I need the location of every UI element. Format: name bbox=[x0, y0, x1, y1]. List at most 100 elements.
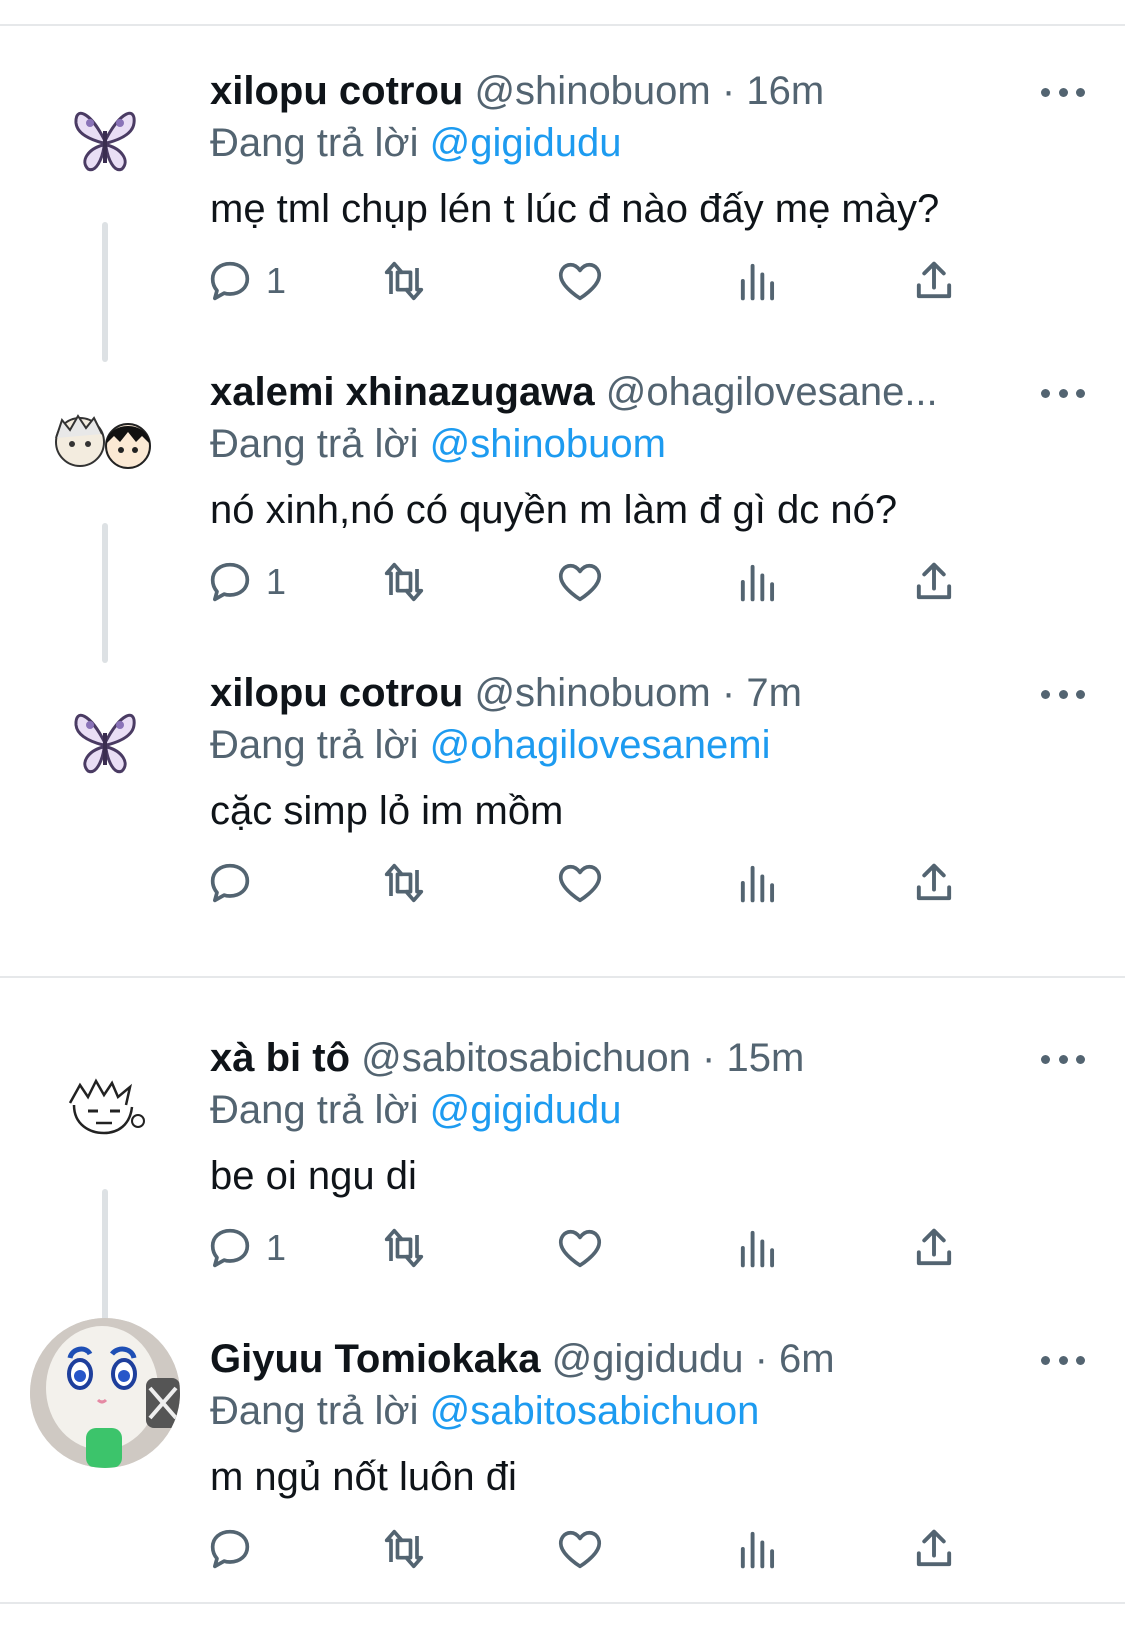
separator-dot: · bbox=[721, 671, 736, 715]
user-handle[interactable]: @gigidudu bbox=[552, 1337, 744, 1381]
reply-icon bbox=[210, 863, 250, 903]
reply-mention-link[interactable]: @ohagilovesanemi bbox=[430, 723, 771, 767]
avatar[interactable] bbox=[30, 66, 180, 216]
retweet-icon bbox=[384, 1529, 424, 1569]
tweet-header: xà bi tô @sabitosabichuon · 15m bbox=[210, 1033, 804, 1083]
share-button[interactable] bbox=[908, 552, 960, 612]
analytics-button[interactable] bbox=[732, 251, 784, 311]
reply-icon bbox=[210, 1228, 250, 1268]
timestamp[interactable]: 15m bbox=[726, 1036, 804, 1080]
like-button[interactable] bbox=[554, 251, 606, 311]
more-options-button[interactable] bbox=[1041, 72, 1085, 112]
dot-icon bbox=[1041, 87, 1050, 97]
reply-button[interactable] bbox=[204, 1519, 266, 1579]
tweet-actions: 1 bbox=[210, 552, 1010, 612]
thread-line bbox=[102, 523, 108, 663]
tweet-text: m ngủ nốt luôn đi bbox=[210, 1455, 517, 1499]
share-icon bbox=[916, 562, 952, 600]
avatar[interactable] bbox=[30, 1318, 180, 1468]
heart-icon bbox=[558, 563, 602, 602]
timestamp[interactable]: 7m bbox=[746, 671, 802, 715]
tweet-actions: 1 bbox=[210, 251, 1010, 311]
heart-icon bbox=[558, 262, 602, 301]
retweet-button[interactable] bbox=[378, 251, 430, 311]
display-name[interactable]: xà bi tô bbox=[210, 1036, 350, 1080]
more-options-button[interactable] bbox=[1041, 1039, 1085, 1079]
reply-count: 1 bbox=[266, 260, 287, 301]
dot-icon bbox=[1058, 689, 1068, 699]
butterfly-icon bbox=[74, 111, 136, 172]
user-handle[interactable]: @sabitosabichuon bbox=[361, 1036, 691, 1080]
tweet-content: xalemi xhinazugawa @ohagilovesane... Đan… bbox=[210, 367, 1125, 627]
avatar[interactable] bbox=[30, 367, 180, 517]
separator-dot: · bbox=[702, 1036, 716, 1080]
bottom-divider bbox=[0, 1602, 1125, 1604]
timestamp[interactable]: 16m bbox=[746, 69, 824, 113]
dot-icon bbox=[1076, 87, 1085, 97]
heart-icon bbox=[558, 864, 602, 903]
reply-button[interactable]: 1 bbox=[204, 251, 286, 311]
more-options-button[interactable] bbox=[1041, 373, 1085, 413]
retweet-button[interactable] bbox=[378, 1519, 430, 1579]
replying-to-label: Đang trả lời bbox=[210, 723, 419, 767]
reply-mention-link[interactable]: @shinobuom bbox=[430, 422, 666, 466]
retweet-button[interactable] bbox=[378, 1218, 430, 1278]
analytics-button[interactable] bbox=[732, 552, 784, 612]
tweet-text: mẹ tml chụp lén t lúc đ nào đấy mẹ mày? bbox=[210, 187, 940, 231]
like-button[interactable] bbox=[554, 1218, 606, 1278]
dot-icon bbox=[1058, 1054, 1068, 1064]
display-name[interactable]: xilopu cotrou bbox=[210, 69, 463, 113]
replying-to: Đang trả lời @gigidudu bbox=[210, 118, 622, 168]
reply-button[interactable] bbox=[204, 853, 266, 913]
more-options-button[interactable] bbox=[1041, 674, 1085, 714]
share-button[interactable] bbox=[908, 251, 960, 311]
tweet-header: xilopu cotrou @shinobuom · 16m bbox=[210, 66, 824, 116]
more-options-button[interactable] bbox=[1041, 1340, 1085, 1380]
analytics-button[interactable] bbox=[732, 853, 784, 913]
user-handle[interactable]: @ohagilovesane... bbox=[606, 370, 938, 414]
retweet-button[interactable] bbox=[378, 552, 430, 612]
replying-to: Đang trả lời @gigidudu bbox=[210, 1085, 622, 1135]
tweet-text: nó xinh,nó có quyền m làm đ gì dc nó? bbox=[210, 488, 898, 532]
reply-mention-link[interactable]: @gigidudu bbox=[430, 121, 622, 165]
replying-to: Đang trả lời @ohagilovesanemi bbox=[210, 720, 770, 770]
user-handle[interactable]: @shinobuom bbox=[474, 671, 710, 715]
analytics-button[interactable] bbox=[732, 1519, 784, 1579]
reply-button[interactable]: 1 bbox=[204, 1218, 286, 1278]
dot-icon bbox=[1041, 1054, 1050, 1064]
like-button[interactable] bbox=[554, 1519, 606, 1579]
like-button[interactable] bbox=[554, 853, 606, 913]
share-icon bbox=[916, 1228, 952, 1266]
anime-duo-icon bbox=[55, 414, 151, 469]
display-name[interactable]: xilopu cotrou bbox=[210, 671, 463, 715]
reply-mention-link[interactable]: @gigidudu bbox=[430, 1088, 622, 1132]
like-button[interactable] bbox=[554, 552, 606, 612]
reply-button[interactable]: 1 bbox=[204, 552, 286, 612]
avatar[interactable] bbox=[30, 1033, 180, 1183]
reply-mention-link[interactable]: @sabitosabichuon bbox=[430, 1389, 760, 1433]
dot-icon bbox=[1076, 689, 1085, 699]
user-handle[interactable]: @shinobuom bbox=[474, 69, 710, 113]
display-name[interactable]: xalemi xhinazugawa bbox=[210, 370, 595, 414]
timestamp[interactable]: 6m bbox=[779, 1337, 835, 1381]
tweet-content: xà bi tô @sabitosabichuon · 15m Đang trả… bbox=[210, 1033, 1125, 1293]
avatar[interactable] bbox=[30, 668, 180, 818]
share-button[interactable] bbox=[908, 853, 960, 913]
reply-count: 1 bbox=[266, 1227, 287, 1268]
dot-icon bbox=[1058, 87, 1068, 97]
analytics-button[interactable] bbox=[732, 1218, 784, 1278]
heart-icon bbox=[558, 1530, 602, 1569]
bar-chart-icon bbox=[740, 1531, 775, 1569]
display-name[interactable]: Giyuu Tomiokaka bbox=[210, 1337, 540, 1381]
share-button[interactable] bbox=[908, 1519, 960, 1579]
replying-to-label: Đang trả lời bbox=[210, 1088, 419, 1132]
tweet-actions bbox=[210, 853, 1010, 913]
reply-icon bbox=[210, 1529, 250, 1569]
share-button[interactable] bbox=[908, 1218, 960, 1278]
tweet-header: Giyuu Tomiokaka @gigidudu · 6m bbox=[210, 1334, 835, 1384]
replying-to: Đang trả lời @sabitosabichuon bbox=[210, 1386, 759, 1436]
share-icon bbox=[916, 261, 952, 299]
retweet-button[interactable] bbox=[378, 853, 430, 913]
thread-line bbox=[102, 222, 108, 362]
butterfly-icon bbox=[74, 713, 136, 774]
